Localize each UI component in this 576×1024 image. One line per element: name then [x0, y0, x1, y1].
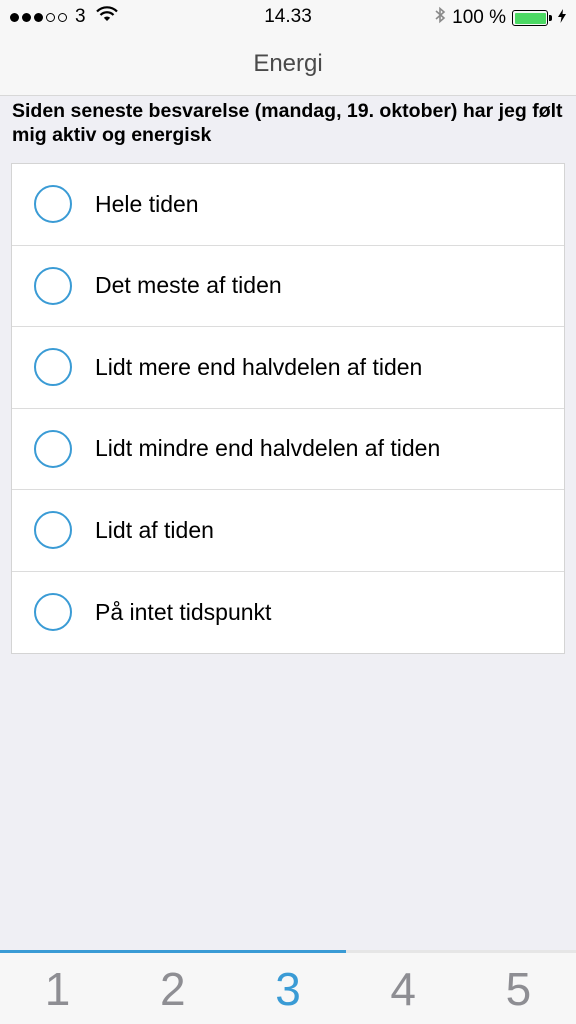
- page-title: Energi: [253, 50, 323, 77]
- answer-option[interactable]: Lidt af tiden: [12, 490, 564, 572]
- charging-bolt-icon: [558, 7, 566, 29]
- tab-page-2[interactable]: 2: [115, 953, 230, 1024]
- radio-button-icon[interactable]: [34, 511, 72, 550]
- radio-button-icon[interactable]: [34, 185, 72, 224]
- page-tabs: 1 2 3 4 5: [0, 953, 576, 1024]
- tab-page-4[interactable]: 4: [346, 953, 461, 1024]
- radio-button-icon[interactable]: [34, 593, 72, 632]
- answer-option-label: Lidt mere end halvdelen af tiden: [95, 353, 423, 380]
- battery-fill: [514, 12, 546, 24]
- tab-page-5[interactable]: 5: [461, 953, 576, 1024]
- radio-button-icon[interactable]: [34, 348, 72, 387]
- answer-option[interactable]: Lidt mindre end halvdelen af tiden: [12, 409, 564, 490]
- battery-icon: [512, 10, 552, 26]
- question-text: Siden seneste besvarelse (mandag, 19. ok…: [12, 100, 563, 146]
- answer-option[interactable]: På intet tidspunkt: [12, 572, 564, 654]
- battery-percent: 100 %: [452, 7, 506, 28]
- tab-page-1[interactable]: 1: [0, 953, 115, 1024]
- page-tab-bar: 1 2 3 4 5: [0, 950, 576, 1024]
- answer-option-label: På intet tidspunkt: [95, 598, 272, 625]
- answer-option[interactable]: Hele tiden: [12, 164, 564, 246]
- answer-option-label: Lidt mindre end halvdelen af tiden: [95, 435, 441, 462]
- answer-option[interactable]: Det meste af tiden: [12, 246, 564, 327]
- answer-options-list: Hele tiden Det meste af tiden Lidt mere …: [11, 163, 565, 654]
- answer-option-label: Det meste af tiden: [95, 272, 282, 299]
- answer-option-label: Hele tiden: [95, 190, 199, 217]
- status-bar: 3 14.33 100 %: [0, 0, 576, 34]
- answer-option-label: Lidt af tiden: [95, 516, 214, 543]
- radio-button-icon[interactable]: [34, 266, 72, 305]
- tab-page-3[interactable]: 3: [230, 953, 345, 1024]
- bluetooth-icon: [434, 6, 446, 30]
- answer-option[interactable]: Lidt mere end halvdelen af tiden: [12, 327, 564, 409]
- radio-button-icon[interactable]: [34, 429, 72, 468]
- navigation-bar: Energi: [0, 34, 576, 96]
- status-right: 100 %: [434, 6, 566, 30]
